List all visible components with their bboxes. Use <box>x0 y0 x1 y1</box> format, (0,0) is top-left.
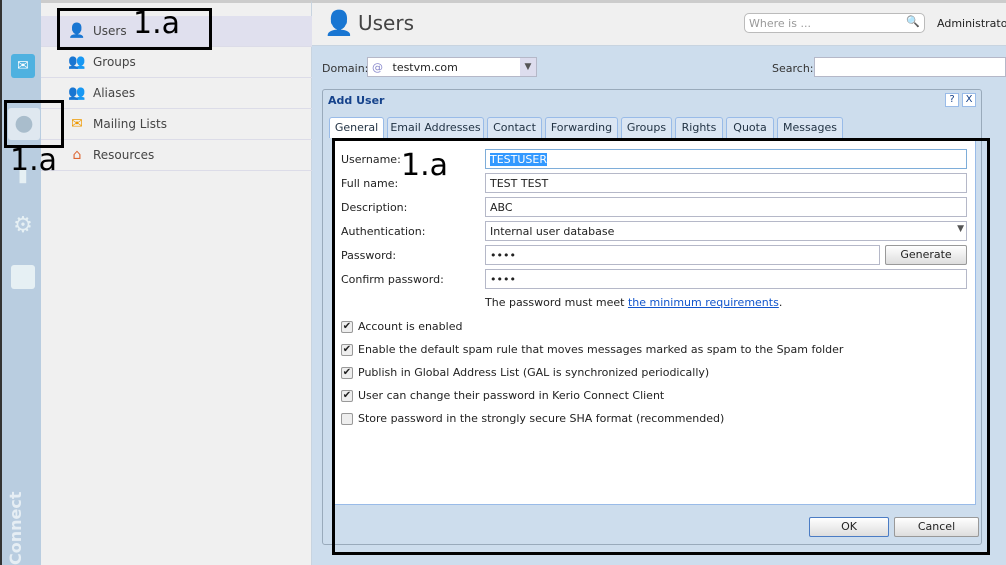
mail-icon[interactable]: ✉ <box>11 54 35 78</box>
groups-icon: 👥 <box>68 54 86 70</box>
house-icon: ⌂ <box>72 147 82 163</box>
app-rail: ✉ ● ▮ ⚙ Connect <box>0 0 41 565</box>
log-icon[interactable] <box>11 265 35 289</box>
page-title: Users <box>358 11 415 35</box>
dialog-title: Add User <box>328 94 385 107</box>
tab-messages[interactable]: Messages <box>777 117 843 138</box>
aliases-icon: 👥 <box>68 85 86 101</box>
where-is-search[interactable]: Where is ... 🔍 <box>744 13 925 33</box>
header: 👤 Users Where is ... 🔍 Administrator <box>312 0 1006 46</box>
help-button[interactable]: ? <box>945 93 959 107</box>
nav-label: Resources <box>93 148 155 162</box>
tab-quota[interactable]: Quota <box>726 117 774 138</box>
mailing-lists-icon: ✉ <box>71 116 83 132</box>
search-label: Search: <box>772 62 814 75</box>
brand-text: Connect <box>6 491 25 565</box>
tab-forwarding[interactable]: Forwarding <box>545 117 618 138</box>
nav-label: Groups <box>93 55 136 69</box>
tab-general[interactable]: General <box>329 117 384 138</box>
annotation-label: 1.a <box>401 148 449 183</box>
tab-rights[interactable]: Rights <box>675 117 723 138</box>
annotation-label: 1.a <box>10 143 58 178</box>
chevron-down-icon[interactable]: ▼ <box>520 58 536 76</box>
nav-item-resources[interactable]: ⌂ Resources <box>41 140 312 171</box>
search-input[interactable] <box>814 57 1006 77</box>
nav-item-mailing-lists[interactable]: ✉ Mailing Lists <box>41 109 312 140</box>
close-button[interactable]: X <box>962 93 976 107</box>
domain-select[interactable]: @ testvm.com ▼ <box>367 57 537 77</box>
domain-value: testvm.com <box>392 61 458 74</box>
annotation-box <box>332 138 990 555</box>
nav-label: Aliases <box>93 86 136 100</box>
domain-label: Domain: <box>322 62 369 75</box>
annotation-label: 1.a <box>133 6 181 41</box>
nav-label: Mailing Lists <box>93 117 167 131</box>
gear-icon[interactable]: ⚙ <box>11 214 35 238</box>
search-icon: 🔍 <box>906 15 920 28</box>
tab-email-addresses[interactable]: Email Addresses <box>387 117 484 138</box>
at-icon: @ <box>372 61 383 74</box>
user-icon: 👤 <box>324 9 354 37</box>
nav-panel: 👤 Users 👥 Groups 👥 Aliases ✉ Mailing Lists ⌂… <box>41 0 312 565</box>
tab-contact[interactable]: Contact <box>487 117 542 138</box>
annotation-box <box>4 100 64 148</box>
user-menu[interactable]: Administrator <box>937 17 1006 30</box>
nav-item-aliases[interactable]: 👥 Aliases <box>41 78 312 109</box>
nav-item-groups[interactable]: 👥 Groups <box>41 47 312 78</box>
search-placeholder: Where is ... <box>749 17 811 30</box>
tab-groups[interactable]: Groups <box>621 117 672 138</box>
